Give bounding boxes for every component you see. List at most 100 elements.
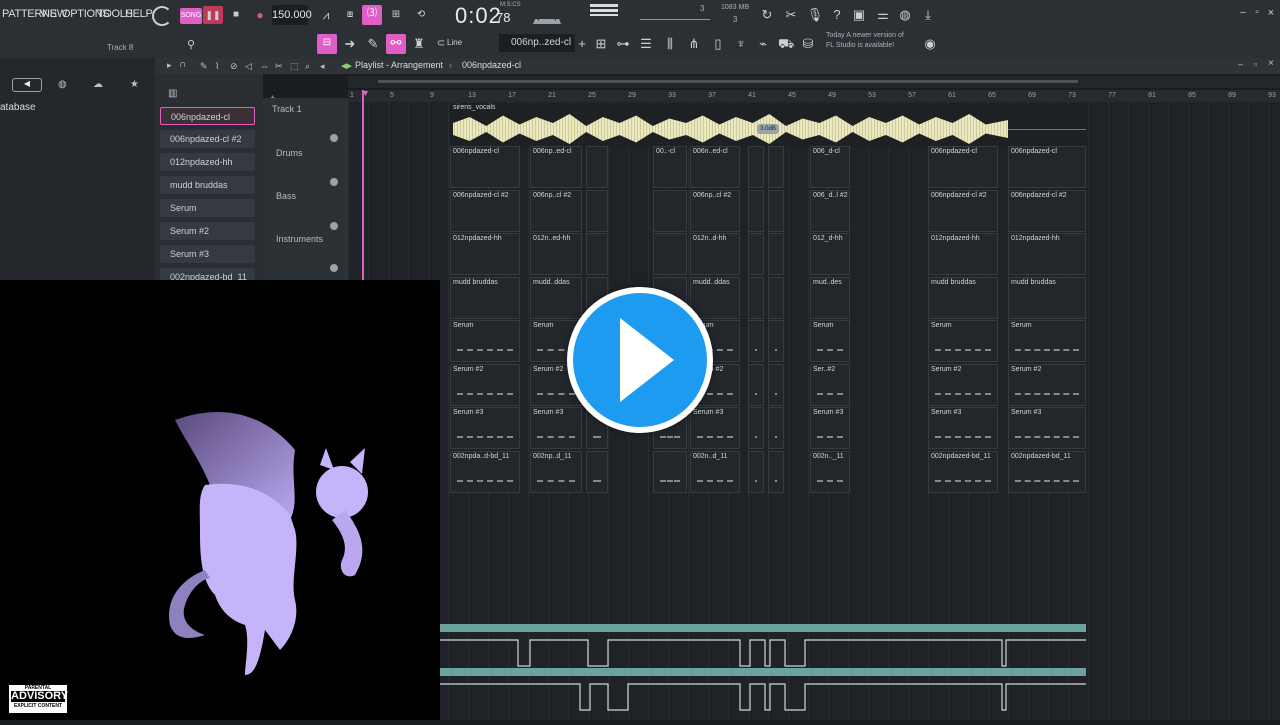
pattern-clip[interactable] xyxy=(768,189,784,232)
pattern-clip[interactable] xyxy=(586,189,608,232)
slip-tool-icon[interactable]: ⇔ xyxy=(260,61,269,71)
pattern-clip[interactable]: Serum #2 xyxy=(1008,363,1086,406)
slice-tool-icon[interactable]: ✂ xyxy=(275,61,283,72)
pattern-clip[interactable] xyxy=(748,450,764,493)
download-icon[interactable]: ⤓ xyxy=(919,6,937,24)
microphone-icon[interactable]: 🎙 xyxy=(806,6,824,24)
piano-roll-icon[interactable]: ⊶ xyxy=(615,35,631,53)
pattern-clip[interactable]: 006np..cl #2 xyxy=(690,189,740,232)
arrow-right-icon[interactable]: ➜ xyxy=(341,35,359,53)
stop-button[interactable]: ■ xyxy=(227,6,245,24)
track-mute-led[interactable] xyxy=(330,134,338,142)
link-icon[interactable]: ⚯ xyxy=(386,34,406,54)
pattern-clip[interactable]: 012_d-hh xyxy=(810,233,850,275)
pattern-clip[interactable]: Serum #3 xyxy=(1008,407,1086,449)
pattern-clip[interactable]: Serum #2 xyxy=(450,363,520,406)
pattern-selector[interactable]: 006np..zed-cl xyxy=(499,34,575,52)
blend-notes-icon[interactable]: ⊞ xyxy=(386,6,406,24)
pattern-clip[interactable] xyxy=(586,233,608,275)
mixer-icon[interactable]: ⚌ xyxy=(874,6,892,24)
cart-icon[interactable]: ⛟ xyxy=(778,35,794,53)
browser-database-item[interactable]: atabase xyxy=(0,102,36,113)
pattern-clip[interactable]: mudd..ddas xyxy=(690,276,740,319)
pattern-clip[interactable]: 006npdazed-cl #2 xyxy=(450,189,520,232)
stamp-icon[interactable]: ♜ xyxy=(410,35,428,53)
pattern-clip[interactable]: 006_d-cl xyxy=(810,146,850,188)
save-icon[interactable]: ▣ xyxy=(850,6,868,24)
pattern-clip[interactable]: mudd bruddas xyxy=(450,276,520,319)
pattern-clip[interactable]: Serum #3 xyxy=(450,407,520,449)
tempo-display[interactable]: 150.000 xyxy=(272,5,312,25)
pause-button[interactable]: ❚❚ xyxy=(203,6,223,24)
playback-tool-icon[interactable]: ◂ xyxy=(320,61,325,72)
speaker-tab-icon[interactable]: ◀︎ xyxy=(12,78,42,92)
pattern-clip[interactable] xyxy=(748,233,764,275)
channel-item[interactable]: 012npdazed-hh xyxy=(160,153,255,171)
pattern-clip[interactable]: Serum xyxy=(928,320,998,362)
globe-tab-icon[interactable]: ◍ xyxy=(58,79,67,90)
track-mute-led[interactable] xyxy=(330,222,338,230)
channel-item[interactable]: 006npdazed-cl xyxy=(160,107,255,125)
loop-record-icon[interactable]: ⟲ xyxy=(410,6,432,24)
pattern-clip[interactable]: Serum #3 xyxy=(810,407,850,449)
news-line-2[interactable]: FL Studio is available! xyxy=(826,42,894,49)
metronome-icon[interactable]: ⩘ xyxy=(316,6,336,24)
pattern-clip[interactable]: Serum #3 xyxy=(690,407,740,449)
pattern-clip[interactable]: 006np..ed-cl xyxy=(530,146,582,188)
pattern-clip[interactable]: mudd..ddas xyxy=(530,276,582,319)
pattern-clip[interactable]: 00..-cl xyxy=(653,146,687,188)
pattern-clip[interactable] xyxy=(653,450,687,493)
channel-item[interactable]: Serum #3 xyxy=(160,245,255,263)
pattern-clip[interactable] xyxy=(586,146,608,188)
pattern-clip[interactable]: Serum #2 xyxy=(928,363,998,406)
pattern-clip[interactable]: 002np..d_11 xyxy=(530,450,582,493)
track-mute-led[interactable] xyxy=(330,178,338,186)
restore-icon[interactable]: ▫ xyxy=(1250,4,1264,22)
countdown-icon[interactable]: ⑶ xyxy=(362,5,382,25)
pattern-clip[interactable] xyxy=(748,320,764,362)
pattern-clip[interactable]: 006npdazed-cl #2 xyxy=(928,189,998,232)
playlist-maximize-icon[interactable]: ▫ xyxy=(1254,59,1257,69)
help-icon[interactable]: ? xyxy=(828,6,846,24)
cloud-tab-icon[interactable]: ☁ xyxy=(93,79,103,90)
pattern-clip[interactable] xyxy=(653,233,687,275)
pattern-clip[interactable]: 012n..d-hh xyxy=(690,233,740,275)
channel-item[interactable]: Serum xyxy=(160,199,255,217)
pattern-clip[interactable] xyxy=(768,407,784,449)
track-mute-led[interactable] xyxy=(330,264,338,272)
pattern-clip[interactable]: 012npdazed-hh xyxy=(928,233,998,275)
zoom-tool-icon[interactable]: ⌕ xyxy=(305,61,310,72)
pattern-clip[interactable] xyxy=(768,450,784,493)
brush-icon[interactable]: ⌁ xyxy=(755,35,771,53)
pattern-clip[interactable]: Serum #3 xyxy=(928,407,998,449)
pattern-clip[interactable] xyxy=(768,320,784,362)
pattern-clip[interactable]: 012npdazed-hh xyxy=(1008,233,1086,275)
play-icon[interactable] xyxy=(620,318,674,402)
wait-input-icon[interactable]: ⧆ xyxy=(340,6,360,24)
pattern-clip[interactable]: mudd bruddas xyxy=(928,276,998,319)
pattern-clip[interactable]: mud..des xyxy=(810,276,850,319)
pin-icon[interactable]: ⚲ xyxy=(183,36,199,54)
mute-tool-icon[interactable]: ◁ xyxy=(245,61,252,72)
pattern-clip[interactable]: Serum #3 xyxy=(530,407,582,449)
song-mode-button[interactable]: SONG xyxy=(180,8,202,24)
channel-item[interactable]: mudd bruddas xyxy=(160,176,255,194)
select-tool-icon[interactable]: ⬚ xyxy=(290,61,299,72)
file-icon[interactable]: ▯ xyxy=(710,35,726,53)
snap-selector[interactable]: Line xyxy=(447,38,462,47)
pattern-clip[interactable]: 002npdazed-bd_11 xyxy=(928,450,998,493)
add-pattern-icon[interactable]: + xyxy=(576,35,588,53)
pattern-clip[interactable] xyxy=(768,276,784,319)
delete-tool-icon[interactable]: ⊘ xyxy=(230,61,238,72)
pattern-clip[interactable]: 012n..ed-hh xyxy=(530,233,582,275)
pencil-icon[interactable]: ✎ xyxy=(364,35,382,53)
track-instruments-label[interactable]: Instruments xyxy=(276,234,323,244)
pattern-clip[interactable] xyxy=(768,233,784,275)
store-icon[interactable]: ⛁ xyxy=(800,35,816,53)
star-tab-icon[interactable]: ★ xyxy=(130,79,139,90)
pattern-clip[interactable]: 006npdazed-cl xyxy=(450,146,520,188)
pattern-clip[interactable]: mudd bruddas xyxy=(1008,276,1086,319)
menu-help[interactable]: HELP xyxy=(125,8,153,20)
automation-clip[interactable] xyxy=(440,624,1086,632)
pattern-clip[interactable] xyxy=(748,189,764,232)
